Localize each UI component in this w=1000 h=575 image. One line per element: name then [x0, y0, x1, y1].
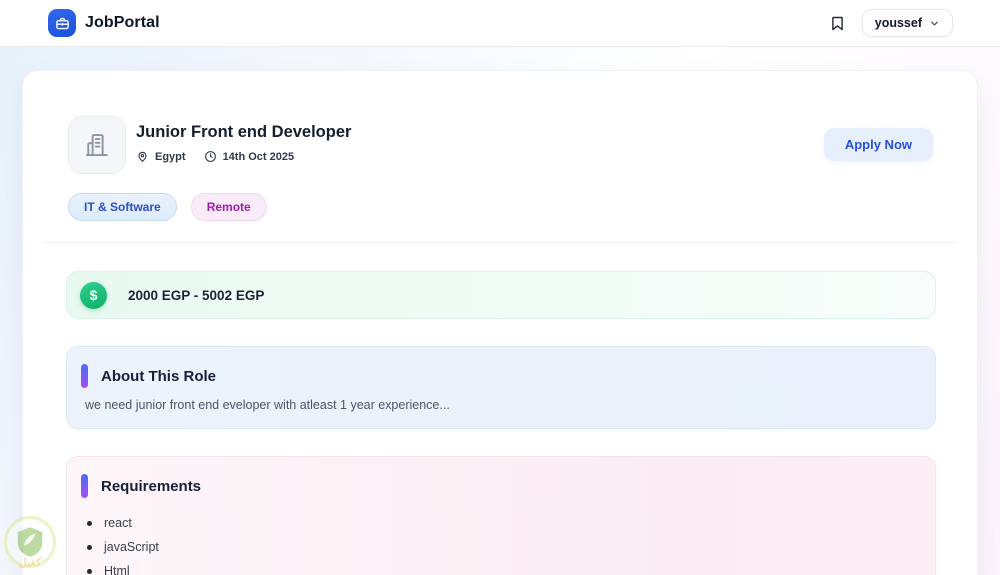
requirements-list: react javaScript Html	[67, 511, 935, 575]
about-heading: About This Role	[101, 367, 216, 385]
bookmark-icon[interactable]	[829, 15, 846, 32]
requirements-heading-row: Requirements	[81, 474, 935, 498]
company-logo	[68, 116, 126, 174]
list-item: Html	[87, 559, 935, 575]
tag-category: IT & Software	[68, 193, 177, 221]
apply-now-button[interactable]: Apply Now	[823, 128, 933, 161]
chevron-down-icon	[929, 18, 940, 29]
user-menu-button[interactable]: youssef	[861, 9, 953, 37]
tag-worktype: Remote	[190, 193, 267, 221]
list-item: react	[87, 511, 935, 535]
divider	[43, 242, 957, 243]
navbar-actions: youssef	[829, 9, 953, 37]
location-text: Egypt	[155, 150, 186, 163]
user-name: youssef	[874, 16, 922, 30]
requirement-text: react	[104, 516, 132, 530]
job-tags: IT & Software Remote	[68, 193, 267, 221]
bullet-dot	[87, 544, 92, 550]
dollar-icon: $	[80, 281, 107, 309]
briefcase-icon	[48, 9, 76, 37]
about-body: we need junior front end eveloper with a…	[85, 398, 450, 412]
list-item: javaScript	[87, 535, 935, 559]
requirements-section: Requirements react javaScript Html	[66, 456, 936, 575]
job-portal-page: JobPortal youssef Junior Front end Devel…	[0, 0, 1000, 575]
bullet-dot	[87, 568, 92, 574]
salary-text: 2000 EGP - 5002 EGP	[128, 287, 265, 303]
job-title: Junior Front end Developer	[136, 123, 352, 141]
job-date: 14th Oct 2025	[204, 150, 295, 163]
building-icon	[82, 130, 112, 160]
clock-icon	[204, 150, 217, 163]
about-heading-row: About This Role	[81, 364, 935, 388]
job-location: Egypt	[136, 150, 186, 163]
navbar: JobPortal youssef	[0, 0, 1000, 47]
brand-link[interactable]: JobPortal	[48, 9, 160, 37]
requirement-text: javaScript	[104, 540, 159, 554]
salary-range: $ 2000 EGP - 5002 EGP	[66, 271, 936, 319]
map-pin-icon	[136, 150, 149, 163]
brand-name: JobPortal	[85, 14, 160, 31]
requirement-text: Html	[104, 564, 130, 575]
about-section: About This Role we need junior front end…	[66, 346, 936, 429]
date-text: 14th Oct 2025	[222, 150, 295, 163]
job-meta: Egypt 14th Oct 2025	[136, 150, 294, 163]
job-detail-card: Junior Front end Developer Egypt 14th Oc…	[22, 70, 978, 575]
bullet-dot	[87, 520, 92, 526]
accent-bar	[81, 474, 88, 498]
requirements-heading: Requirements	[101, 477, 202, 495]
accent-bar	[81, 364, 88, 388]
